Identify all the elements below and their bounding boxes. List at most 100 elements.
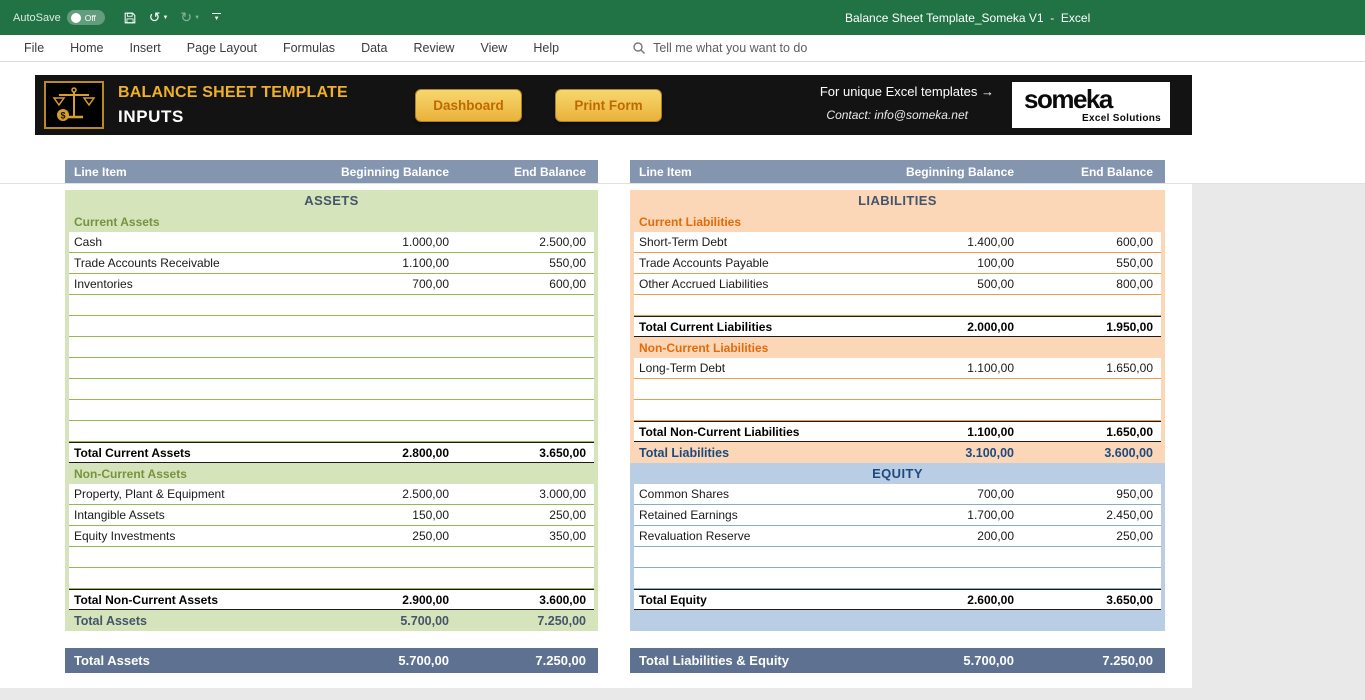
template-banner: $ BALANCE SHEET TEMPLATE INPUTS Dashboar…	[35, 75, 1192, 135]
section-title-row: ASSETS	[65, 190, 598, 211]
tell-me-search[interactable]: Tell me what you want to do	[632, 41, 807, 55]
empty-row	[630, 547, 1165, 568]
total-row: Total Current Assets2.800,003.650,00	[65, 442, 598, 463]
section-title: LIABILITIES	[634, 193, 1161, 208]
line-item-cell: Non-Current Assets	[69, 467, 297, 481]
total-row: Total Current Liabilities2.000,001.950,0…	[630, 316, 1165, 337]
dashboard-button[interactable]: Dashboard	[415, 89, 522, 122]
table-header-row: Line ItemBeginning BalanceEnd Balance	[630, 160, 1165, 183]
section-title: EQUITY	[634, 466, 1161, 481]
beginning-balance-cell: 2.600,00	[862, 593, 1022, 607]
beginning-balance-cell[interactable]: 250,00	[297, 529, 457, 543]
empty-row	[65, 316, 598, 337]
grand-total-bar: Total Assets5.700,007.250,00	[65, 648, 598, 673]
tab-insert[interactable]: Insert	[117, 35, 174, 61]
section-title-row: EQUITY	[630, 463, 1165, 484]
grand-total-bar: Total Liabilities & Equity5.700,007.250,…	[630, 648, 1165, 673]
end-balance-cell: 1.650,00	[1022, 425, 1161, 439]
line-item-cell[interactable]: Inventories	[69, 277, 297, 291]
end-balance-cell[interactable]: 250,00	[457, 508, 594, 522]
table-block-blue: EQUITY Common Shares700,00950,00 Retained …	[630, 463, 1165, 631]
line-item-cell[interactable]: Other Accrued Liabilities	[634, 277, 862, 291]
quick-access-toolbar: ↺▼ ↻▼ ▼	[123, 9, 221, 26]
grand-total-label: Total Liabilities & Equity	[634, 653, 862, 668]
line-item-cell[interactable]: Common Shares	[634, 487, 862, 501]
customize-quick-access-toolbar-button[interactable]: ▼	[212, 13, 221, 22]
line-item-cell[interactable]: Property, Plant & Equipment	[69, 487, 297, 501]
beginning-balance-header: Beginning Balance	[297, 165, 457, 179]
end-balance-cell: 3.650,00	[1022, 593, 1161, 607]
beginning-balance-cell[interactable]: 200,00	[862, 529, 1022, 543]
tab-formulas[interactable]: Formulas	[270, 35, 348, 61]
beginning-balance-cell[interactable]: 1.000,00	[297, 235, 457, 249]
line-item-cell: Total Non-Current Assets	[69, 593, 297, 607]
line-item-cell[interactable]: Long-Term Debt	[634, 361, 862, 375]
end-balance-cell: 3.600,00	[1022, 446, 1161, 460]
end-balance-cell[interactable]: 550,00	[457, 256, 594, 270]
beginning-balance-cell[interactable]: 700,00	[297, 277, 457, 291]
page-title: INPUTS	[118, 107, 348, 127]
beginning-balance-cell[interactable]: 100,00	[862, 256, 1022, 270]
empty-row	[630, 400, 1165, 421]
contact-link[interactable]: Contact: info@someka.net	[826, 108, 968, 122]
line-item-cell[interactable]: Revaluation Reserve	[634, 529, 862, 543]
end-balance-cell[interactable]: 950,00	[1022, 487, 1161, 501]
print-form-button[interactable]: Print Form	[555, 89, 662, 122]
end-balance-cell[interactable]: 2.450,00	[1022, 508, 1161, 522]
save-button[interactable]	[123, 11, 137, 25]
grand-total-beginning-balance: 5.700,00	[862, 653, 1022, 668]
tab-help[interactable]: Help	[520, 35, 572, 61]
tab-page-layout[interactable]: Page Layout	[174, 35, 270, 61]
tab-data[interactable]: Data	[348, 35, 400, 61]
beginning-balance-cell[interactable]: 700,00	[862, 487, 1022, 501]
beginning-balance-cell[interactable]: 1.100,00	[862, 361, 1022, 375]
chevron-down-icon: ▼	[194, 15, 200, 21]
line-item-cell[interactable]: Trade Accounts Payable	[634, 256, 862, 270]
end-balance-cell[interactable]: 800,00	[1022, 277, 1161, 291]
line-item-cell[interactable]: Trade Accounts Receivable	[69, 256, 297, 270]
beginning-balance-cell[interactable]: 1.100,00	[297, 256, 457, 270]
end-balance-cell[interactable]: 1.650,00	[1022, 361, 1161, 375]
grand-total-label: Total Assets	[69, 653, 297, 668]
line-item-cell[interactable]: Cash	[69, 235, 297, 249]
end-balance-cell[interactable]: 250,00	[1022, 529, 1161, 543]
tab-view[interactable]: View	[467, 35, 520, 61]
line-item-cell[interactable]: Intangible Assets	[69, 508, 297, 522]
filler-row	[630, 610, 1165, 631]
redo-button[interactable]: ↻▼	[180, 9, 200, 26]
tab-file[interactable]: File	[11, 35, 57, 61]
beginning-balance-cell[interactable]: 1.700,00	[862, 508, 1022, 522]
end-balance-cell[interactable]: 2.500,00	[457, 235, 594, 249]
autosave-state: Off	[85, 13, 96, 23]
tab-home[interactable]: Home	[57, 35, 116, 61]
total-row: Total Equity2.600,003.650,00	[630, 589, 1165, 610]
line-item-cell[interactable]: Short-Term Debt	[634, 235, 862, 249]
data-row: Intangible Assets150,00250,00	[65, 505, 598, 526]
line-item-cell[interactable]: Equity Investments	[69, 529, 297, 543]
end-balance-cell[interactable]: 350,00	[457, 529, 594, 543]
autosave-toggle[interactable]: Off	[67, 10, 105, 25]
beginning-balance-cell[interactable]: 2.500,00	[297, 487, 457, 501]
line-item-cell: Total Non-Current Liabilities	[634, 425, 862, 439]
templates-link[interactable]: For unique Excel templates →	[820, 84, 994, 99]
beginning-balance-header: Beginning Balance	[862, 165, 1022, 179]
undo-icon: ↺	[149, 9, 161, 26]
end-balance-cell[interactable]: 550,00	[1022, 256, 1161, 270]
end-balance-cell[interactable]: 600,00	[1022, 235, 1161, 249]
line-item-cell[interactable]: Retained Earnings	[634, 508, 862, 522]
beginning-balance-cell: 2.800,00	[297, 446, 457, 460]
end-balance-cell[interactable]: 600,00	[457, 277, 594, 291]
tab-review[interactable]: Review	[400, 35, 467, 61]
total-row: Total Non-Current Liabilities1.100,001.6…	[630, 421, 1165, 442]
end-balance-cell[interactable]: 3.000,00	[457, 487, 594, 501]
section-label-row: Current Liabilities	[630, 211, 1165, 232]
save-icon	[123, 11, 137, 25]
empty-row	[630, 295, 1165, 316]
data-row: Retained Earnings1.700,002.450,00	[630, 505, 1165, 526]
beginning-balance-cell[interactable]: 500,00	[862, 277, 1022, 291]
someka-tagline: Excel Solutions	[1024, 113, 1161, 124]
undo-button[interactable]: ↺▼	[149, 9, 169, 26]
table-block-orange: LIABILITIES Current Liabilities Short-Term…	[630, 190, 1165, 463]
beginning-balance-cell[interactable]: 1.400,00	[862, 235, 1022, 249]
beginning-balance-cell[interactable]: 150,00	[297, 508, 457, 522]
